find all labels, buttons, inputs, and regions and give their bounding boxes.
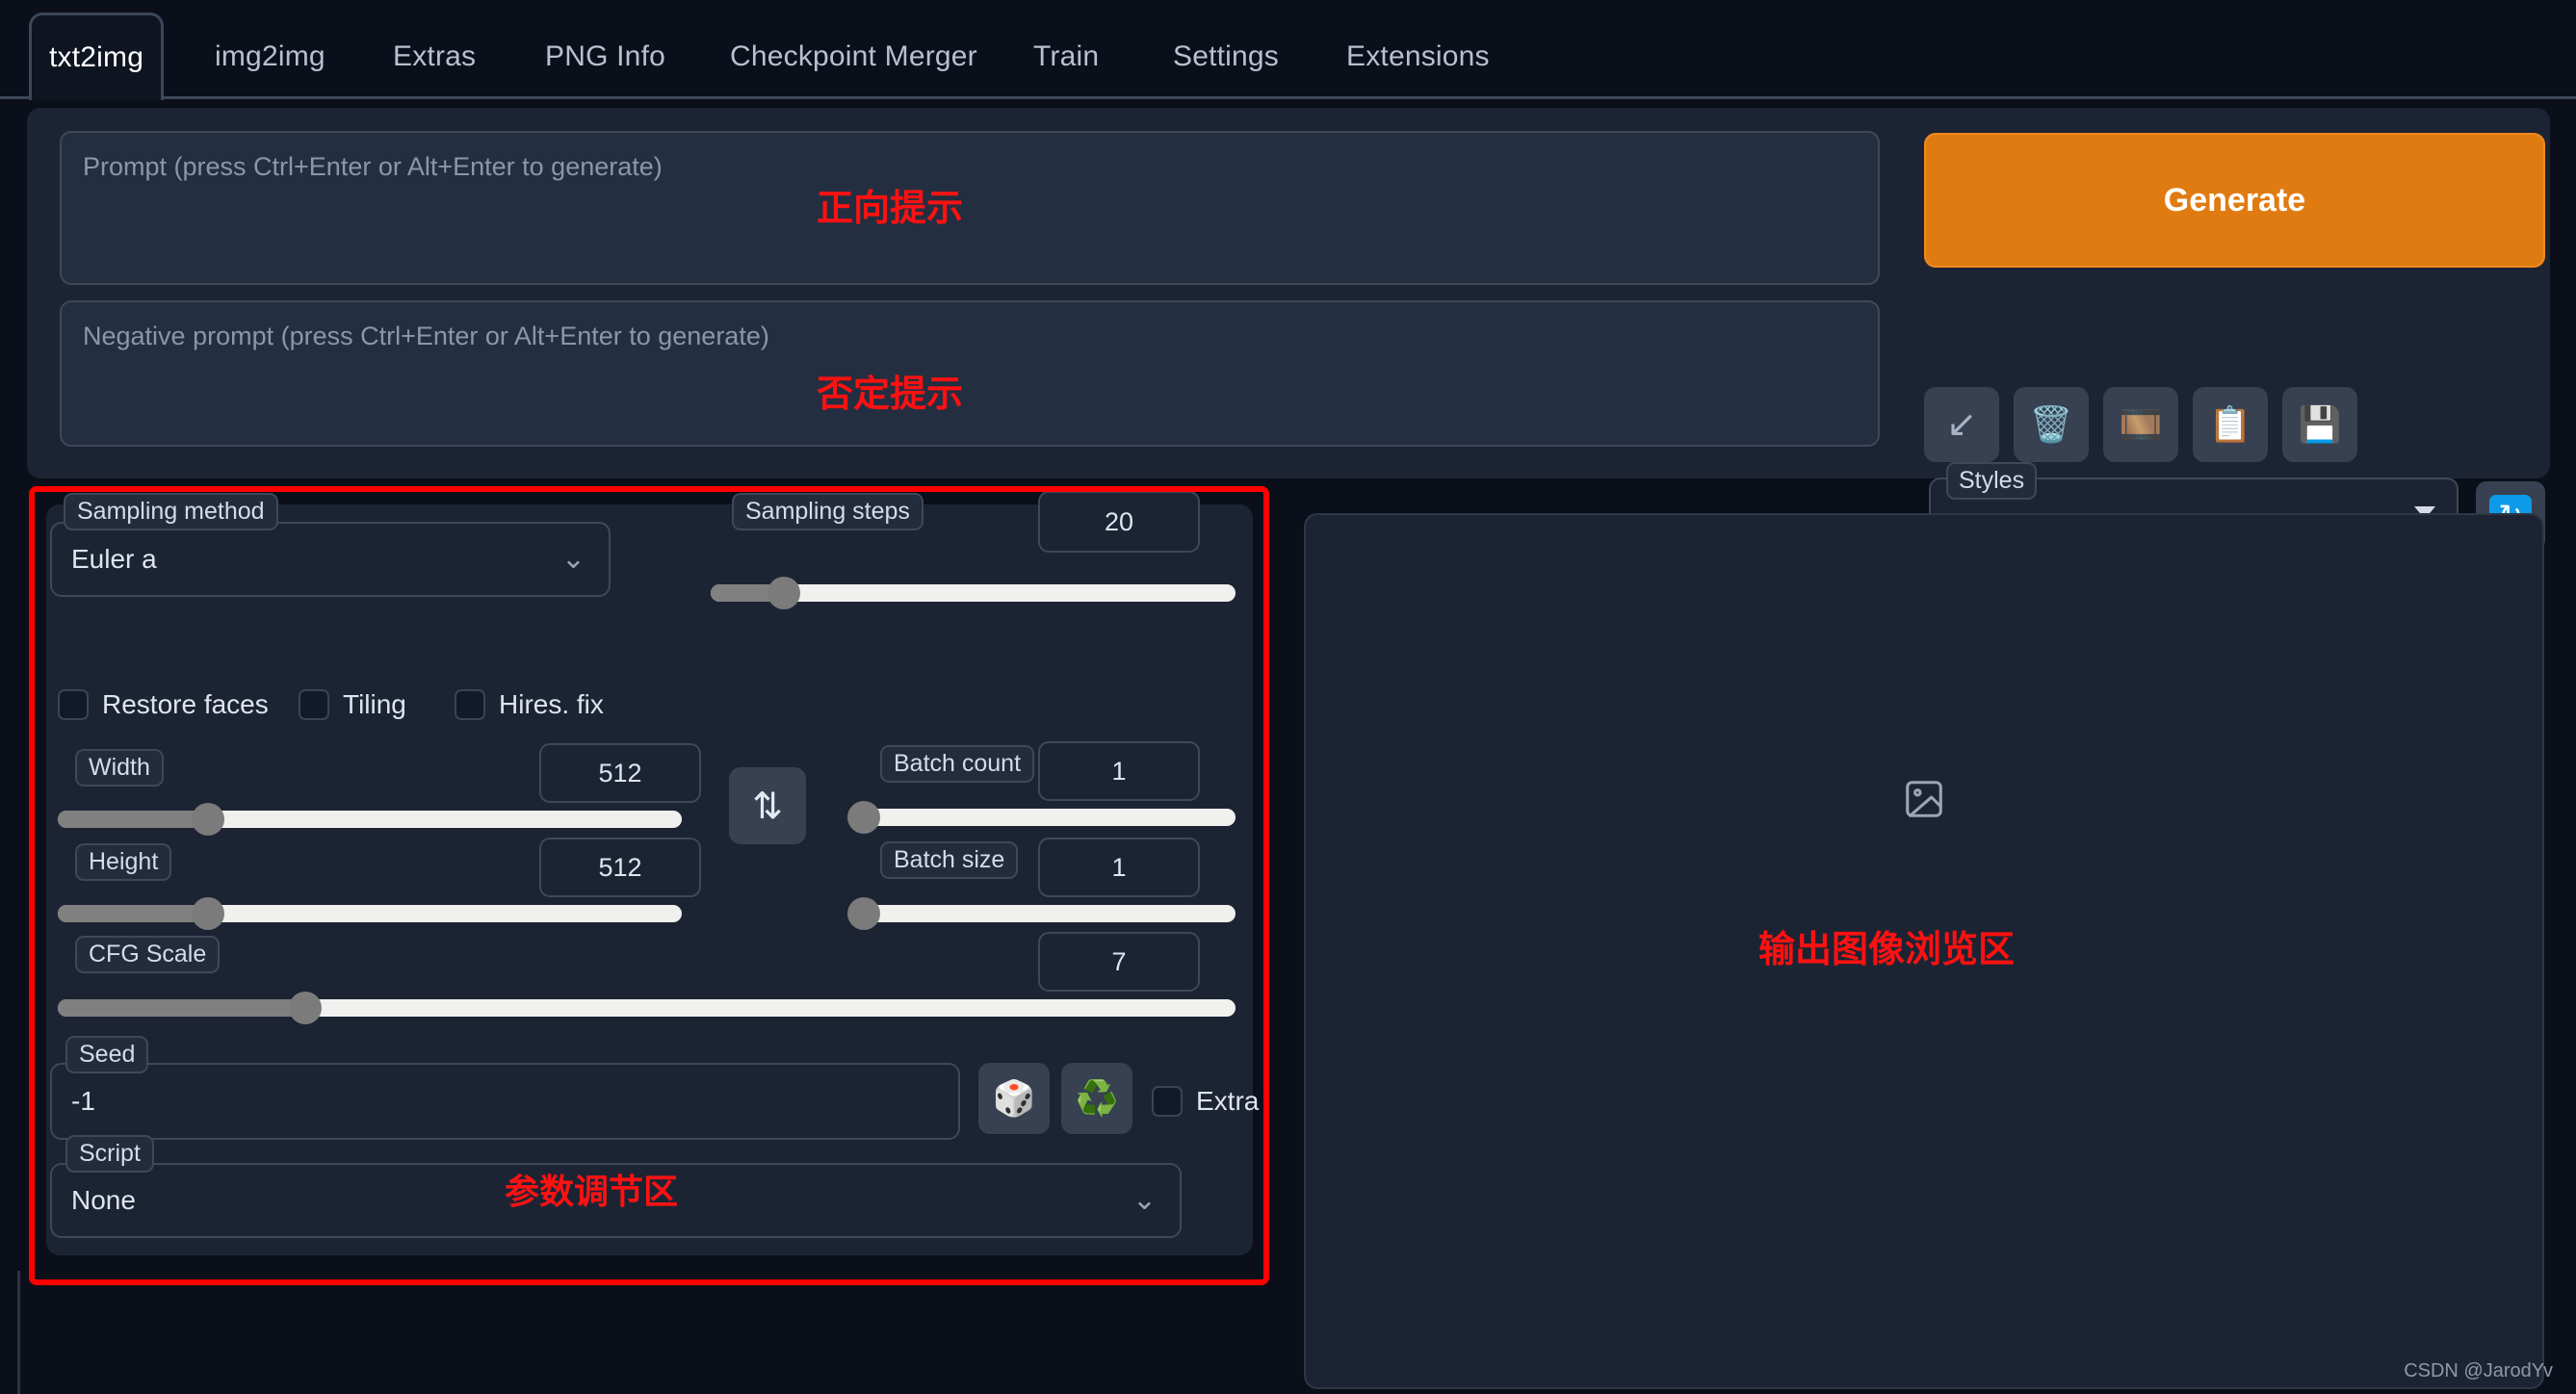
batch-size-slider[interactable] (846, 897, 1236, 930)
tab-extensions[interactable]: Extensions (1329, 13, 1507, 100)
recycle-glyph: ♻️ (1075, 1078, 1119, 1118)
clipboard-icon[interactable]: 📋 (2193, 387, 2268, 462)
generate-button[interactable]: Generate (1924, 133, 2545, 268)
sampling-steps-label: Sampling steps (732, 493, 924, 530)
batch-size-value[interactable]: 1 (1038, 838, 1200, 897)
arrow-down-left-icon[interactable]: ↙ (1924, 387, 1999, 462)
dice-icon[interactable]: 🎲 (978, 1063, 1050, 1134)
image-placeholder-icon (1902, 777, 1946, 826)
tiling-checkbox-row[interactable]: Tiling (299, 689, 406, 720)
tab-img2img[interactable]: img2img (197, 13, 343, 100)
dice-glyph: 🎲 (992, 1078, 1036, 1118)
tab-bar: txt2img img2img Extras PNG Info Checkpoi… (0, 0, 2576, 100)
arrow-down-left-glyph: ↙ (1946, 404, 1977, 445)
floppy-disk-icon[interactable]: 💾 (2282, 387, 2357, 462)
styles-label: Styles (1946, 462, 2038, 500)
tab-settings[interactable]: Settings (1156, 13, 1296, 100)
watermark: CSDN @JarodYv (2404, 1360, 2553, 1381)
restore-faces-label: Restore faces (102, 689, 269, 719)
cfg-scale-slider[interactable] (58, 992, 1236, 1024)
slider-thumb[interactable] (846, 897, 880, 930)
sampling-method-label: Sampling method (64, 493, 278, 530)
slider-thumb[interactable] (191, 897, 224, 930)
wastebasket-icon[interactable]: 🗑️ (2014, 387, 2089, 462)
tiling-checkbox[interactable] (299, 689, 329, 720)
clipboard-glyph: 📋 (2208, 404, 2252, 444)
hires-fix-label: Hires. fix (499, 689, 604, 719)
hires-fix-checkbox-row[interactable]: Hires. fix (455, 689, 604, 720)
wastebasket-glyph: 🗑️ (2029, 404, 2073, 444)
batch-count-slider[interactable] (846, 801, 1236, 834)
tab-checkpoint-merger[interactable]: Checkpoint Merger (713, 13, 995, 100)
height-value[interactable]: 512 (539, 838, 701, 897)
script-value: None (71, 1185, 136, 1215)
cfg-scale-label: CFG Scale (75, 936, 221, 973)
hires-fix-checkbox[interactable] (455, 689, 485, 720)
chevron-down-icon: ⌄ (560, 543, 585, 575)
annotation-positive-prompt: 正向提示 (817, 189, 964, 229)
prompt-input[interactable]: Prompt (press Ctrl+Enter or Alt+Enter to… (60, 131, 1880, 285)
prompt-placeholder: Prompt (press Ctrl+Enter or Alt+Enter to… (83, 152, 663, 181)
picture-frame-glyph: 🎞️ (2119, 404, 2163, 444)
slider-thumb[interactable] (288, 992, 322, 1024)
batch-count-value[interactable]: 1 (1038, 741, 1200, 801)
sampling-method-value: Euler a (71, 544, 157, 574)
tab-png-info[interactable]: PNG Info (528, 13, 683, 100)
tab-train[interactable]: Train (1016, 13, 1116, 100)
prompt-section: Prompt (press Ctrl+Enter or Alt+Enter to… (27, 108, 2550, 556)
slider-thumb[interactable] (768, 577, 801, 609)
batch-size-label: Batch size (880, 841, 1019, 879)
script-label: Script (65, 1135, 154, 1173)
floppy-disk-glyph: 💾 (2298, 404, 2342, 444)
left-rail-divider (17, 1271, 20, 1394)
annotation-negative-prompt: 否定提示 (817, 374, 964, 415)
slider-fill (58, 999, 305, 1017)
tab-extras[interactable]: Extras (376, 13, 493, 100)
extra-checkbox[interactable] (1152, 1086, 1183, 1117)
extra-label: Extra (1196, 1086, 1260, 1116)
slider-fill (58, 905, 208, 922)
parameters-panel: Sampling method Euler a ⌄ Sampling steps… (46, 491, 1259, 1255)
sampling-method-dropdown[interactable]: Euler a ⌄ (50, 522, 611, 597)
slider-fill (58, 811, 208, 828)
annotation-output-area: 输出图像浏览区 (1758, 930, 2016, 970)
height-slider[interactable] (58, 897, 682, 930)
seed-label: Seed (65, 1036, 149, 1073)
sampling-steps-value[interactable]: 20 (1038, 491, 1200, 553)
width-value[interactable]: 512 (539, 743, 701, 803)
height-label: Height (75, 843, 172, 881)
width-label: Width (75, 749, 164, 787)
stable-diffusion-webui: txt2img img2img Extras PNG Info Checkpoi… (0, 0, 2576, 1394)
restore-faces-checkbox-row[interactable]: Restore faces (58, 689, 269, 720)
seed-input[interactable]: -1 (50, 1063, 960, 1140)
swap-dimensions-button[interactable]: ⇅ (729, 767, 806, 844)
chevron-down-icon: ⌄ (1132, 1184, 1157, 1216)
negative-prompt-input[interactable]: Negative prompt (press Ctrl+Enter or Alt… (60, 300, 1880, 447)
extra-checkbox-row[interactable]: Extra (1152, 1086, 1259, 1117)
slider-thumb[interactable] (846, 801, 880, 834)
recycle-icon[interactable]: ♻️ (1061, 1063, 1132, 1134)
seed-value: -1 (71, 1086, 95, 1116)
restore-faces-checkbox[interactable] (58, 689, 89, 720)
picture-frame-icon[interactable]: 🎞️ (2103, 387, 2178, 462)
width-slider[interactable] (58, 803, 682, 836)
cfg-scale-value[interactable]: 7 (1038, 932, 1200, 992)
negative-prompt-placeholder: Negative prompt (press Ctrl+Enter or Alt… (83, 322, 769, 350)
slider-thumb[interactable] (191, 803, 224, 836)
annotation-params-area: 参数调节区 (505, 1172, 679, 1211)
tiling-label: Tiling (343, 689, 406, 719)
prompt-toolbar: ↙ 🗑️ 🎞️ 📋 💾 (1924, 387, 2357, 462)
sampling-steps-slider[interactable] (711, 577, 1236, 609)
tab-txt2img[interactable]: txt2img (29, 13, 165, 100)
batch-count-label: Batch count (880, 745, 1035, 783)
